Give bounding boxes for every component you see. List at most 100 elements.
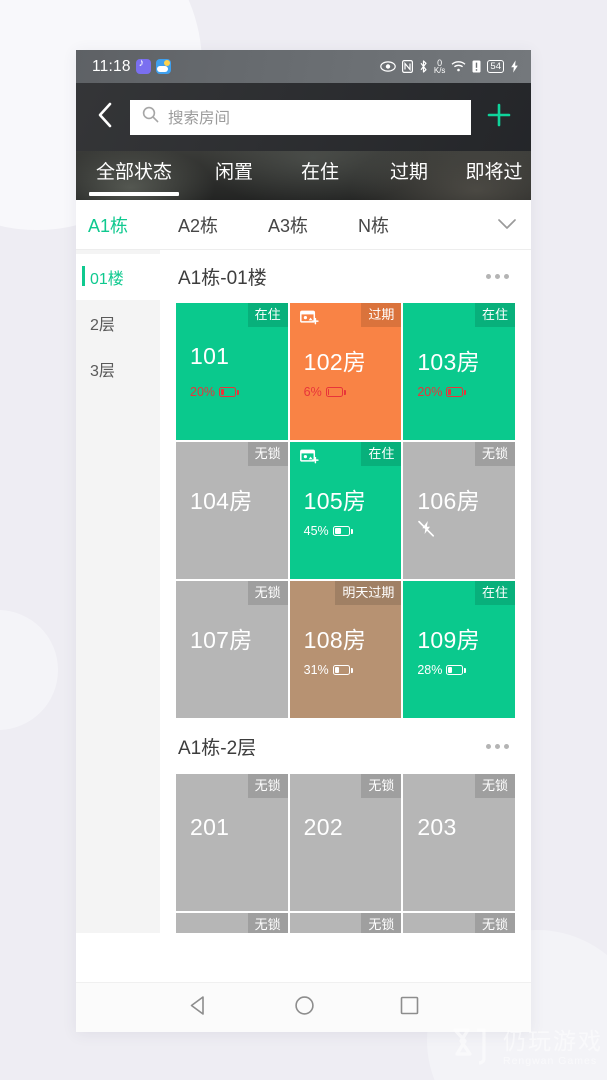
room-list: A1栋-01楼 在住 101 20% 过期 102房 6% 在住 103房 20…	[160, 250, 531, 933]
status-bar-right: 0 K/s 54	[380, 57, 519, 75]
status-badge: 明天过期	[335, 581, 402, 605]
battery-indicator: 6%	[304, 385, 346, 399]
status-badge: 在住	[474, 581, 515, 605]
room-name: 201	[190, 814, 230, 840]
eye-icon	[380, 61, 396, 72]
floor-item-3[interactable]: 3层	[76, 346, 160, 392]
search-placeholder: 搜索房间	[168, 110, 231, 127]
navigation-bar: 搜索房间	[76, 83, 531, 151]
status-badge: 无锁	[247, 581, 288, 605]
battery-indicator: 20%	[190, 385, 240, 399]
recents-square-icon[interactable]	[400, 996, 419, 1020]
weather-icon	[155, 59, 171, 74]
status-badge: 无锁	[474, 774, 515, 798]
search-input[interactable]: 搜索房间	[130, 99, 471, 135]
music-icon	[135, 57, 151, 74]
tab-expiring-soon[interactable]: 即将过	[454, 151, 531, 196]
room-name: 105房	[303, 488, 367, 514]
watermark: 仍玩游戏 Rengwan Games	[450, 1023, 603, 1074]
status-bar: 11:18 0K/s 54	[76, 50, 531, 83]
tab-occupied[interactable]: 在住	[276, 151, 364, 196]
status-badge: 在住	[361, 442, 402, 466]
section-title: A1栋-2层	[178, 737, 257, 759]
back-triangle-icon[interactable]	[188, 995, 209, 1021]
plus-icon	[486, 102, 512, 133]
room-card[interactable]: 无锁 204	[176, 913, 288, 933]
battery-indicator: 31%	[304, 663, 353, 677]
phone-screen: 11:18 0K/s 54	[76, 50, 531, 1032]
battery-icon	[446, 665, 467, 675]
tab-expired[interactable]: 过期	[364, 151, 454, 196]
room-card[interactable]: 在住 109房 28%	[403, 581, 515, 718]
floor-item-2[interactable]: 2层	[76, 300, 160, 346]
more-dots-icon[interactable]	[486, 274, 509, 279]
network-speed-indicator: 0 K/s	[433, 57, 446, 75]
room-grid: 在住 101 20% 过期 102房 6% 在住 103房 20% 无锁 104…	[176, 303, 515, 718]
battery-indicator: 45%	[304, 524, 353, 538]
status-badge: 无锁	[474, 442, 515, 466]
chevron-down-icon	[497, 214, 517, 234]
status-badge: 无锁	[361, 774, 402, 798]
room-card[interactable]: 在住 105房 45%	[289, 442, 402, 579]
room-name: 103房	[417, 349, 480, 375]
battery-icon: 54	[487, 60, 504, 73]
status-bar-clock: 11:18	[92, 57, 131, 75]
status-badge: 无锁	[247, 913, 288, 933]
battery-icon	[332, 526, 353, 536]
battery-indicator: 20%	[417, 385, 467, 399]
battery-indicator: 28%	[417, 663, 467, 677]
chevron-left-icon	[97, 102, 113, 133]
power-off-icon	[417, 520, 435, 543]
add-room-button[interactable]	[481, 102, 517, 133]
floor-item-01[interactable]: 01楼	[76, 254, 160, 300]
section-header: A1栋-01楼	[160, 250, 531, 303]
room-card[interactable]: 无锁 203	[403, 774, 515, 911]
building-item-n[interactable]: N栋	[358, 212, 448, 238]
room-card[interactable]: 无锁 104房	[176, 442, 288, 579]
floor-sidebar: 01楼 2层 3层	[76, 250, 160, 933]
background-decoration-circle-left	[0, 610, 58, 730]
status-badge: 无锁	[361, 913, 402, 933]
battery-low-icon	[219, 387, 240, 397]
room-card[interactable]: 明天过期 108房 31%	[289, 581, 402, 718]
building-expand-button[interactable]	[497, 214, 517, 235]
room-card[interactable]: 无锁 205	[289, 913, 402, 933]
card-add-icon	[299, 309, 320, 332]
charging-bolt-icon	[510, 60, 519, 73]
section-header: A1栋-2层	[160, 718, 531, 774]
battery-icon	[332, 665, 353, 675]
card-add-icon	[299, 448, 320, 471]
building-item-a2[interactable]: A2栋	[178, 212, 268, 238]
room-name: 104房	[190, 488, 253, 514]
room-card[interactable]: 无锁 202	[289, 774, 402, 911]
main-content: 01楼 2层 3层 A1栋-01楼 在住 101 20% 过期 102房 6% …	[76, 250, 531, 933]
room-name: 101	[190, 343, 230, 369]
section-title: A1栋-01楼	[178, 268, 267, 289]
battery-low-icon	[325, 387, 346, 397]
room-card[interactable]: 无锁 206	[403, 913, 515, 933]
room-name: 108房	[303, 627, 367, 653]
status-badge: 无锁	[247, 774, 288, 798]
search-icon	[142, 106, 159, 128]
room-card[interactable]: 在住 103房 20%	[403, 303, 515, 440]
bluetooth-icon	[419, 60, 428, 73]
room-name: 203	[417, 814, 457, 840]
status-filter-tabs: 全部状态 闲置 在住 过期 即将过	[76, 151, 531, 200]
building-item-a3[interactable]: A3栋	[268, 212, 358, 238]
more-dots-icon[interactable]	[486, 743, 509, 749]
watermark-cn: 仍玩游戏	[503, 1028, 603, 1055]
back-button[interactable]	[86, 97, 124, 137]
room-card[interactable]: 无锁 106房	[403, 442, 515, 579]
battery-low-icon	[446, 387, 467, 397]
home-circle-icon[interactable]	[294, 995, 315, 1021]
tab-all-status[interactable]: 全部状态	[76, 151, 192, 196]
room-card[interactable]: 在住 101 20%	[176, 303, 288, 440]
building-item-a1[interactable]: A1栋	[88, 212, 178, 238]
room-card[interactable]: 无锁 201	[176, 774, 288, 911]
status-badge: 在住	[474, 303, 515, 327]
building-selector: A1栋 A2栋 A3栋 N栋	[76, 200, 531, 250]
wifi-icon	[451, 61, 466, 72]
room-card[interactable]: 无锁 107房	[176, 581, 288, 718]
room-card[interactable]: 过期 102房 6%	[289, 303, 402, 440]
tab-vacant[interactable]: 闲置	[192, 151, 276, 196]
